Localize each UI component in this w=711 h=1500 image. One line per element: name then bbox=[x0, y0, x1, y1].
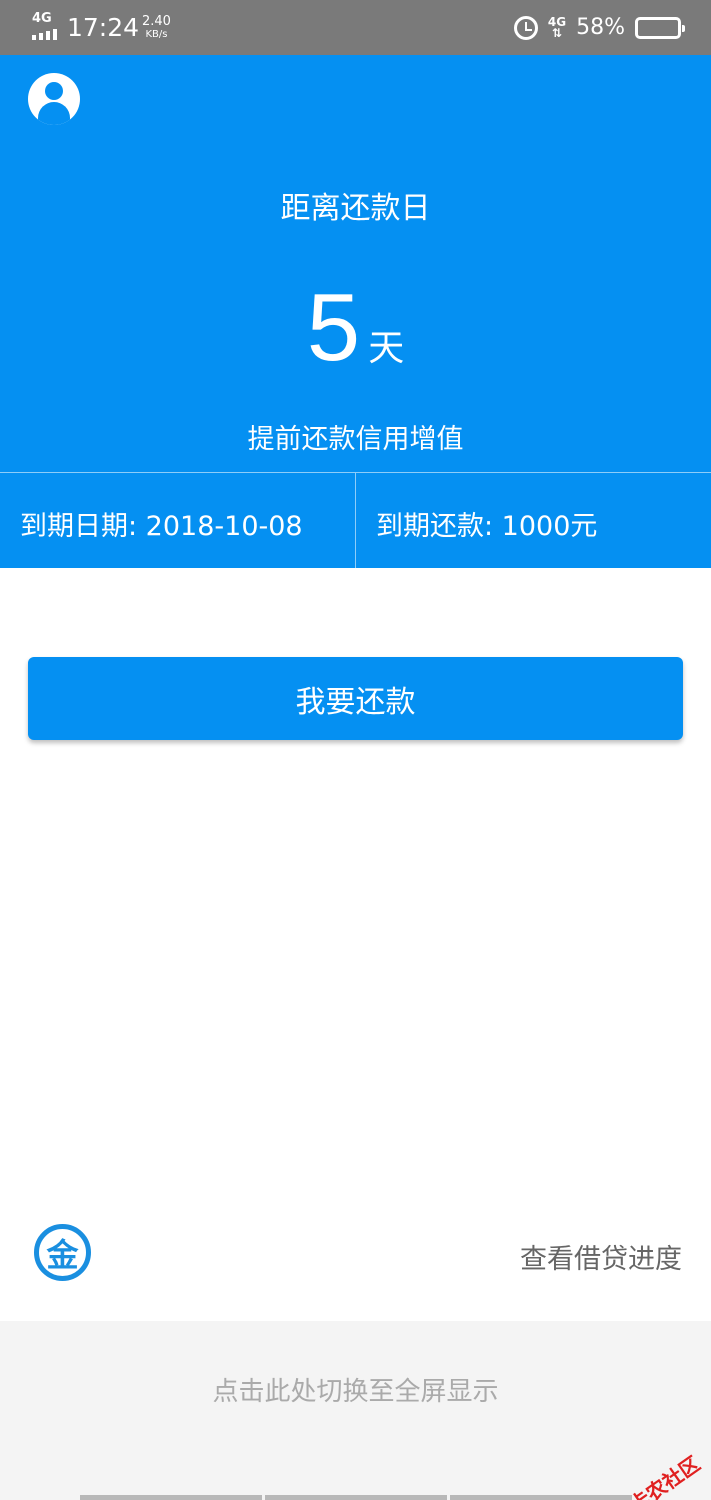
user-avatar-icon[interactable] bbox=[28, 73, 80, 125]
status-bar: 4G 17:24 2.40 KB/s 4G ⇅ 58% bbox=[0, 0, 711, 55]
loan-progress-link[interactable]: 查看借贷进度 bbox=[520, 1237, 682, 1276]
mobile-data-icon: 4G ⇅ bbox=[548, 16, 566, 40]
countdown-title: 距离还款日 bbox=[280, 191, 431, 226]
signal-bars-icon bbox=[32, 29, 57, 40]
countdown-subtitle: 提前还款信用增值 bbox=[247, 424, 464, 455]
fullscreen-toggle[interactable]: 点击此处切换至全屏显示 bbox=[0, 1371, 711, 1408]
network-type: 4G bbox=[32, 11, 52, 26]
battery-percent: 58% bbox=[576, 15, 625, 40]
clock: 17:24 bbox=[67, 13, 140, 42]
due-amount: 到期还款: 1000元 bbox=[376, 511, 598, 542]
status-right: 4G ⇅ 58% bbox=[513, 0, 685, 55]
network-speed: 2.40 KB/s bbox=[142, 0, 171, 55]
repay-button[interactable]: 我要还款 bbox=[28, 657, 683, 740]
countdown-unit: 天 bbox=[368, 328, 405, 369]
speed-unit: KB/s bbox=[145, 28, 168, 40]
battery-icon bbox=[635, 16, 685, 39]
countdown: 5天 bbox=[0, 273, 711, 383]
bottom-bar: 点击此处切换至全屏显示 bbox=[0, 1321, 711, 1500]
speed-value: 2.40 bbox=[142, 13, 171, 29]
alarm-icon bbox=[513, 15, 538, 40]
repayment-summary: 距离还款日 5天 提前还款信用增值 到期日期: 2018-10-08 到期还款:… bbox=[0, 55, 711, 568]
bank-logo-icon: 金 bbox=[34, 1224, 91, 1281]
data-arrows-icon: ⇅ bbox=[551, 25, 563, 40]
divider-vertical bbox=[355, 473, 356, 568]
bottom-tab-indicators bbox=[80, 1495, 632, 1500]
countdown-days: 5 bbox=[306, 274, 361, 381]
due-date: 到期日期: 2018-10-08 bbox=[20, 511, 303, 542]
